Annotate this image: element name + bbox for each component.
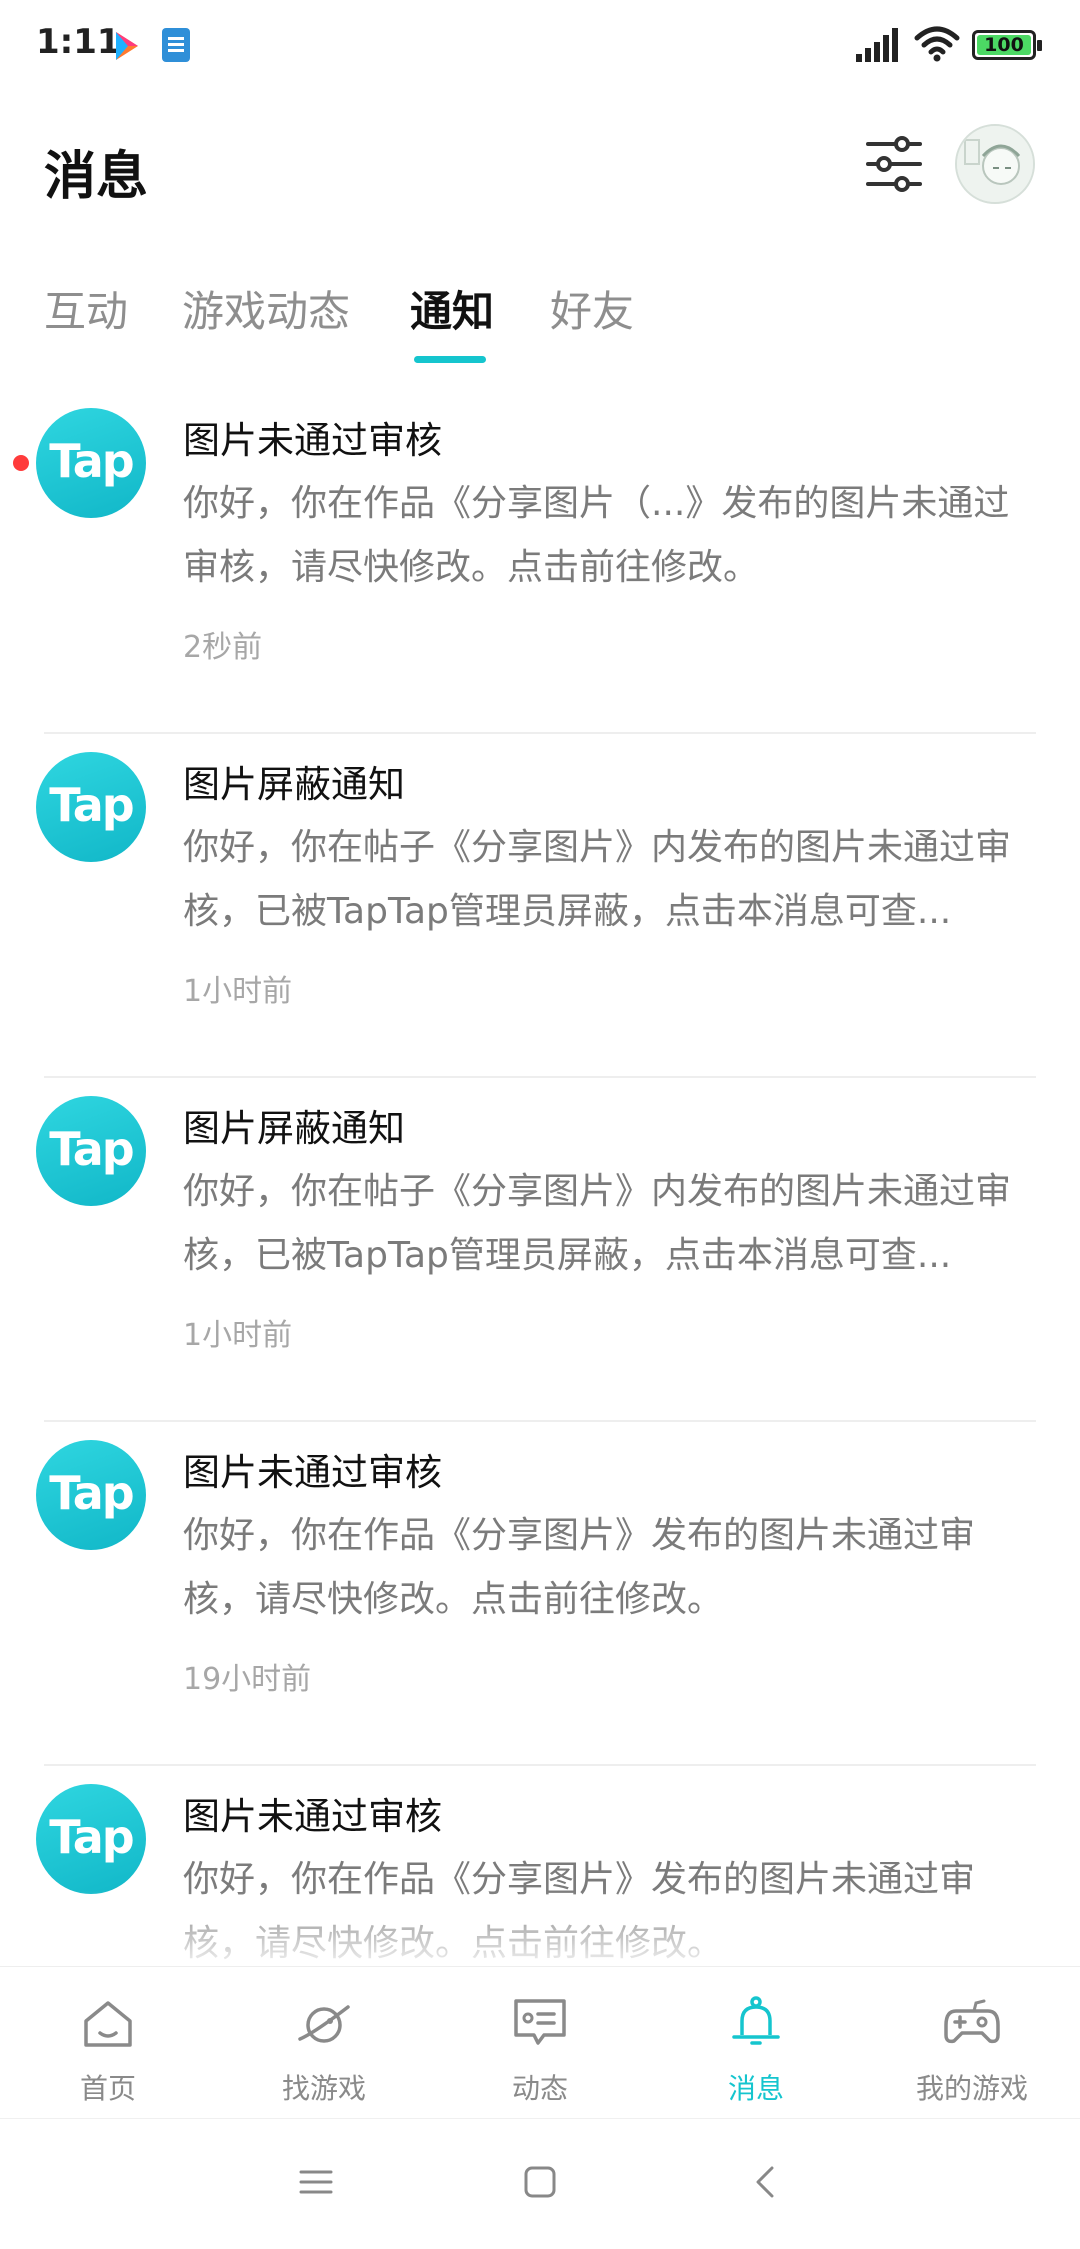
status-time: 1:11 xyxy=(36,22,121,62)
sliders-icon xyxy=(866,136,922,192)
chevron-left-icon xyxy=(756,2166,774,2198)
nav-messages[interactable]: 消息 xyxy=(648,1967,864,2117)
avatar-image xyxy=(957,126,1033,202)
system-navigation-bar xyxy=(0,2118,1080,2249)
nav-feed[interactable]: 动态 xyxy=(432,1967,648,2117)
taptap-logo[interactable]: Tap xyxy=(36,1784,146,1894)
message-tabs: 互动 游戏动态 通知 好友 xyxy=(0,270,1080,370)
notification-time: 19小时前 xyxy=(183,1662,312,1697)
signal-icon xyxy=(856,28,898,62)
square-icon xyxy=(524,2166,556,2198)
gamepad-icon xyxy=(944,1999,1000,2044)
notes-app-icon xyxy=(162,28,190,62)
taptap-logo[interactable]: Tap xyxy=(36,1096,146,1206)
battery-icon: 100 xyxy=(972,30,1042,60)
nav-label: 首页 xyxy=(79,2072,136,2105)
back-button[interactable] xyxy=(748,2164,784,2200)
bottom-navigation: 首页 找游戏 动态 消息 我的游戏 xyxy=(0,1966,1080,2117)
status-bar: 1:11 100 xyxy=(0,0,1080,96)
taptap-logo[interactable]: Tap xyxy=(36,1440,146,1550)
notification-item[interactable]: Tap 图片未通过审核 你好，你在作品《分享图片（...》发布的图片未通过审核，… xyxy=(0,390,1080,734)
notification-title: 图片未通过审核 xyxy=(183,419,442,462)
nav-find-games[interactable]: 找游戏 xyxy=(216,1967,432,2117)
wifi-icon xyxy=(914,26,960,62)
tab-friends[interactable]: 好友 xyxy=(550,278,634,339)
recents-button[interactable] xyxy=(298,2164,334,2200)
bell-icon xyxy=(732,1996,780,2045)
notification-time: 2秒前 xyxy=(183,630,263,665)
home-button[interactable] xyxy=(522,2164,558,2200)
notification-time: 1小时前 xyxy=(183,974,293,1009)
scroll-fade xyxy=(0,1890,1080,1966)
notification-time: 1小时前 xyxy=(183,1318,293,1353)
notification-body: 你好，你在帖子《分享图片》内发布的图片未通过审核，已被TapTap管理员屏蔽，点… xyxy=(183,1171,1012,1276)
active-tab-indicator xyxy=(414,356,486,363)
notification-item[interactable]: Tap 图片屏蔽通知 你好，你在帖子《分享图片》内发布的图片未通过审核，已被Ta… xyxy=(0,1078,1080,1422)
notification-item[interactable]: Tap 图片未通过审核 你好，你在作品《分享图片》发布的图片未通过审核，请尽快修… xyxy=(0,1422,1080,1766)
filter-settings-button[interactable] xyxy=(862,132,926,196)
nav-label: 动态 xyxy=(511,2072,568,2105)
tab-notifications[interactable]: 通知 xyxy=(410,278,494,339)
nav-label: 我的游戏 xyxy=(915,2072,1028,2105)
notification-body: 你好，你在作品《分享图片》发布的图片未通过审核，请尽快修改。点击前往修改。 xyxy=(183,1515,976,1620)
tab-interactions[interactable]: 互动 xyxy=(44,278,128,339)
notification-body: 你好，你在帖子《分享图片》内发布的图片未通过审核，已被TapTap管理员屏蔽，点… xyxy=(183,827,1012,932)
notification-title: 图片未通过审核 xyxy=(183,1795,442,1838)
tab-game-updates[interactable]: 游戏动态 xyxy=(182,278,350,339)
notification-body: 你好，你在作品《分享图片（...》发布的图片未通过审核，请尽快修改。点击前往修改… xyxy=(183,483,1010,588)
planet-icon xyxy=(298,2005,350,2043)
nav-label: 消息 xyxy=(727,2072,784,2105)
battery-level: 100 xyxy=(984,34,1024,56)
page-title: 消息 xyxy=(44,147,149,207)
nav-home[interactable]: 首页 xyxy=(0,1967,216,2117)
nav-label: 找游戏 xyxy=(281,2072,366,2105)
chat-card-icon xyxy=(514,1999,566,2045)
taptap-logo[interactable]: Tap xyxy=(36,752,146,862)
play-store-icon xyxy=(116,32,138,60)
home-icon xyxy=(84,2001,132,2047)
notification-title: 图片屏蔽通知 xyxy=(183,763,405,806)
notification-title: 图片屏蔽通知 xyxy=(183,1107,405,1150)
notification-title: 图片未通过审核 xyxy=(183,1451,442,1494)
nav-my-games[interactable]: 我的游戏 xyxy=(864,1967,1080,2117)
menu-icon xyxy=(299,2170,333,2194)
taptap-logo[interactable]: Tap xyxy=(36,408,146,518)
avatar[interactable] xyxy=(955,124,1035,204)
notification-item[interactable]: Tap 图片屏蔽通知 你好，你在帖子《分享图片》内发布的图片未通过审核，已被Ta… xyxy=(0,734,1080,1078)
unread-dot xyxy=(13,455,29,471)
